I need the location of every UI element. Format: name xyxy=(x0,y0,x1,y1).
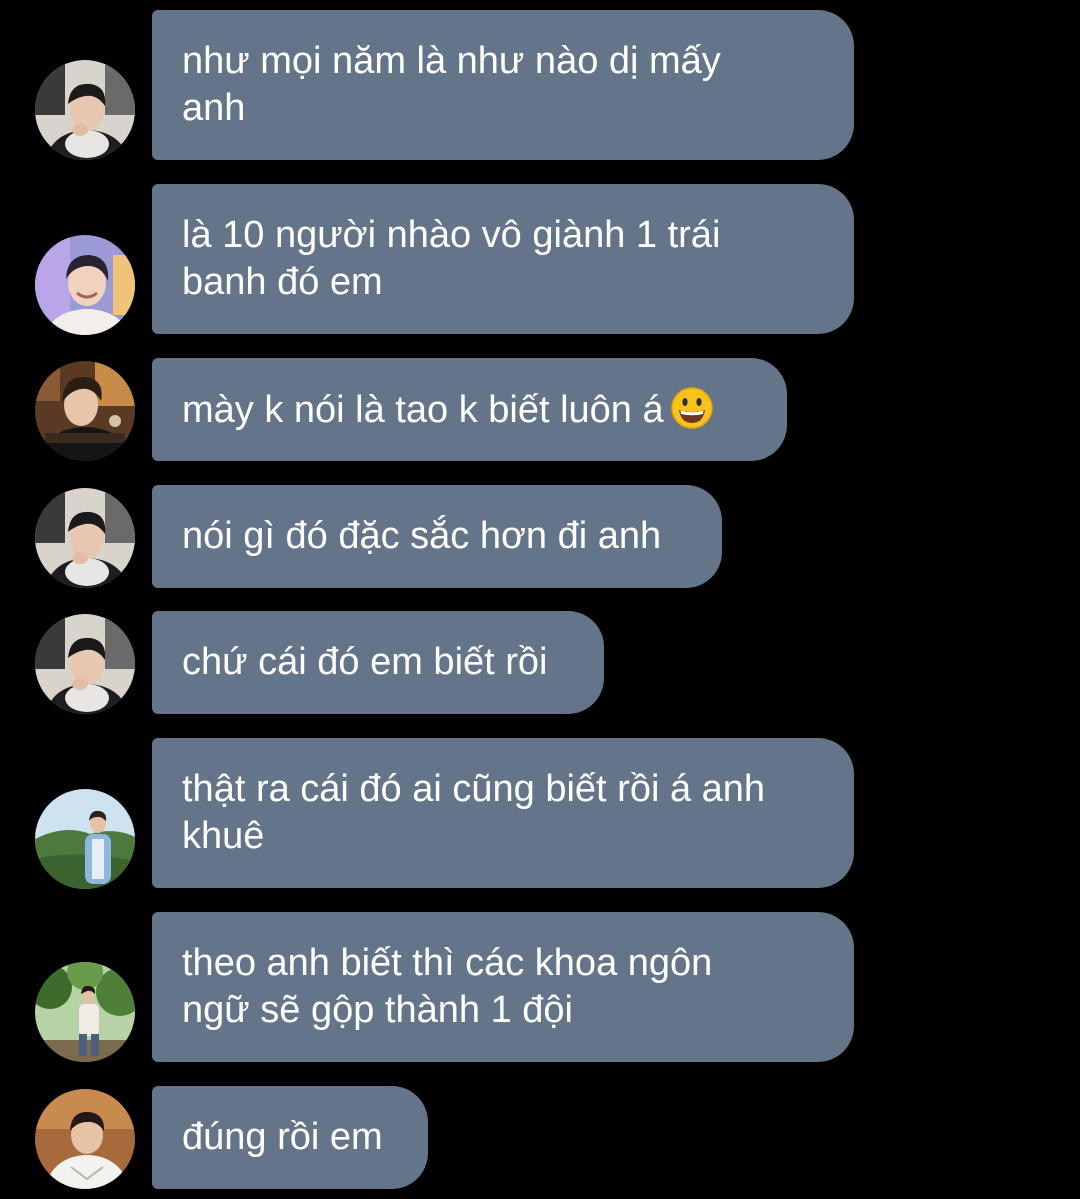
message-row: đúng rồi em xyxy=(0,1086,1080,1189)
message-row: mày k nói là tao k biết luôn á xyxy=(0,358,1080,461)
message-row: như mọi năm là như nào dị mấy anh xyxy=(0,10,1080,160)
message-row: nói gì đó đặc sắc hơn đi anh xyxy=(0,485,1080,588)
avatar-image xyxy=(35,235,135,335)
grinning-face-emoji xyxy=(670,386,713,429)
avatar[interactable] xyxy=(35,488,135,588)
avatar-image xyxy=(35,614,135,714)
avatar[interactable] xyxy=(35,235,135,335)
avatar[interactable] xyxy=(35,789,135,889)
avatar[interactable] xyxy=(35,60,135,160)
message-bubble[interactable]: như mọi năm là như nào dị mấy anh xyxy=(152,10,854,160)
avatar-image xyxy=(35,962,135,1062)
message-bubble[interactable]: theo anh biết thì các khoa ngôn ngữ sẽ g… xyxy=(152,912,854,1062)
avatar-image xyxy=(35,1089,135,1189)
avatar-image xyxy=(35,60,135,160)
message-row: chứ cái đó em biết rồi xyxy=(0,611,1080,714)
message-bubble[interactable]: là 10 người nhào vô giành 1 trái banh đó… xyxy=(152,184,854,334)
message-text: như mọi năm là như nào dị mấy anh xyxy=(182,40,721,129)
message-bubble[interactable]: nói gì đó đặc sắc hơn đi anh xyxy=(152,485,722,588)
message-text: đúng rồi em xyxy=(182,1116,383,1158)
message-bubble[interactable]: thật ra cái đó ai cũng biết rồi á anh kh… xyxy=(152,738,854,888)
avatar[interactable] xyxy=(35,614,135,714)
avatar[interactable] xyxy=(35,361,135,461)
chat-thread: như mọi năm là như nào dị mấy anh là 10 … xyxy=(0,0,1080,1199)
message-row: theo anh biết thì các khoa ngôn ngữ sẽ g… xyxy=(0,912,1080,1062)
message-text: thật ra cái đó ai cũng biết rồi á anh kh… xyxy=(182,768,766,857)
avatar-image xyxy=(35,488,135,588)
avatar[interactable] xyxy=(35,962,135,1062)
message-text: là 10 người nhào vô giành 1 trái banh đó… xyxy=(182,214,721,303)
message-bubble[interactable]: đúng rồi em xyxy=(152,1086,428,1189)
message-row: là 10 người nhào vô giành 1 trái banh đó… xyxy=(0,184,1080,335)
message-text: theo anh biết thì các khoa ngôn ngữ sẽ g… xyxy=(182,942,713,1031)
message-row: thật ra cái đó ai cũng biết rồi á anh kh… xyxy=(0,738,1080,889)
message-text: mày k nói là tao k biết luôn á xyxy=(182,386,714,434)
avatar-image xyxy=(35,361,135,461)
message-text: chứ cái đó em biết rồi xyxy=(182,641,548,683)
message-bubble[interactable]: chứ cái đó em biết rồi xyxy=(152,611,604,714)
avatar-image xyxy=(35,789,135,889)
avatar[interactable] xyxy=(35,1089,135,1189)
message-bubble[interactable]: mày k nói là tao k biết luôn á xyxy=(152,358,787,461)
message-text: nói gì đó đặc sắc hơn đi anh xyxy=(182,515,662,557)
